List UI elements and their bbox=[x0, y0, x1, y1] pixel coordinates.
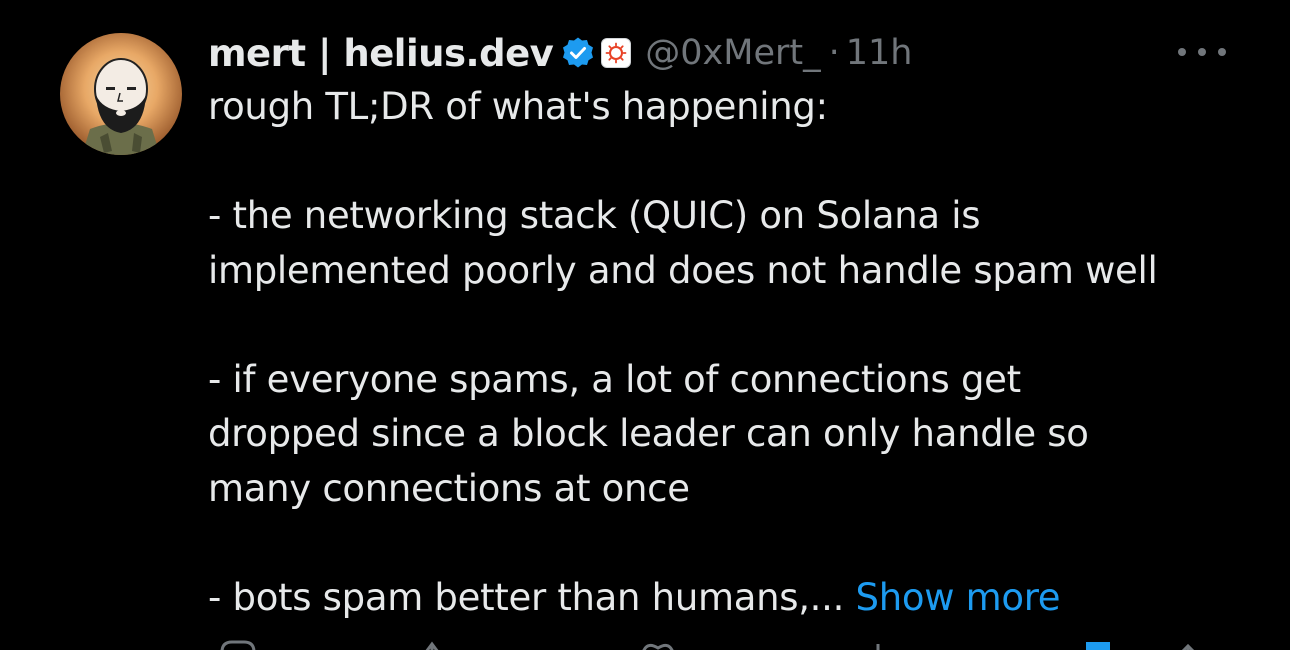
bookmark-icon[interactable] bbox=[1078, 638, 1118, 650]
text-line: - if everyone spams, a lot of connection… bbox=[208, 357, 1021, 401]
repost-icon[interactable] bbox=[418, 638, 458, 650]
text-line-last: - bots spam better than humans,... Show … bbox=[208, 571, 1268, 626]
avatar-illustration-icon bbox=[82, 58, 160, 155]
reply-icon[interactable] bbox=[218, 638, 258, 650]
text-line: dropped since a block leader can only ha… bbox=[208, 412, 1089, 455]
text-line: - the networking stack (QUIC) on Solana … bbox=[208, 194, 981, 237]
timestamp[interactable]: 11h bbox=[846, 33, 913, 73]
verified-badge-icon[interactable] bbox=[561, 36, 595, 70]
avatar[interactable] bbox=[60, 33, 182, 155]
tweet: mert | helius.dev @0xMert_ · 11h rough T… bbox=[0, 0, 1290, 650]
display-name[interactable]: mert | helius.dev bbox=[208, 32, 554, 75]
meta-separator: · bbox=[828, 33, 840, 73]
action-bar bbox=[208, 632, 1218, 650]
affiliate-badge-icon[interactable] bbox=[601, 38, 632, 68]
text-truncated: - bots spam better than humans,... bbox=[208, 575, 845, 619]
tweet-text: rough TL;DR of what's happening: - the n… bbox=[208, 80, 1268, 625]
like-icon[interactable] bbox=[638, 638, 678, 650]
text-line: rough TL;DR of what's happening: bbox=[208, 85, 828, 128]
more-dot bbox=[1178, 48, 1186, 56]
text-line: many connections at once bbox=[208, 466, 690, 510]
author-handle[interactable]: @0xMert_ bbox=[645, 33, 820, 73]
tweet-header: mert | helius.dev @0xMert_ · 11h bbox=[208, 28, 912, 78]
show-more-link[interactable]: Show more bbox=[856, 576, 1061, 619]
views-icon[interactable] bbox=[858, 638, 898, 650]
more-options-icon[interactable] bbox=[1178, 40, 1226, 64]
text-line: implemented poorly and does not handle s… bbox=[208, 248, 1158, 292]
share-icon[interactable] bbox=[1168, 638, 1208, 650]
more-dot bbox=[1198, 48, 1206, 56]
more-dot bbox=[1218, 48, 1226, 56]
